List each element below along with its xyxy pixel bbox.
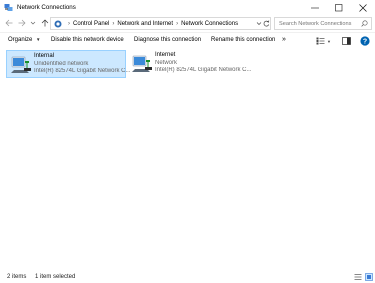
caret-down-icon: ▼ [36,37,41,42]
forward-button[interactable] [17,18,27,28]
window-title: Network Connections [17,4,76,11]
item-count: 2 items [7,274,27,280]
recent-locations-button[interactable] [28,18,38,28]
maximize-icon [335,3,343,11]
network-connections-icon [4,3,13,12]
connection-item-internal[interactable]: Internal Unidentified network Intel(R) 8… [6,50,131,78]
connection-status: Network [155,59,178,66]
diagnose-connection-button[interactable]: Diagnose this connection [134,37,201,43]
breadcrumb-network-connections[interactable]: Network Connections [181,21,238,27]
connection-name: Internal [34,53,55,59]
chevron-down-icon [30,21,36,25]
breadcrumb-separator: › [68,20,70,27]
arrow-right-icon [18,19,26,27]
caret-down-icon: ▼ [327,38,331,44]
svg-text:?: ? [363,38,367,45]
address-bar[interactable]: › Control Panel › Network and Internet ›… [50,17,271,30]
minimize-icon [311,7,319,8]
help-icon: ? [360,36,370,46]
network-adapter-icon [132,55,152,72]
arrow-left-icon [5,19,13,27]
preview-pane-icon [342,37,351,45]
connection-status: Unidentified network [34,60,89,67]
network-adapter-icon [11,56,31,73]
control-panel-icon [54,20,62,28]
maximize-button[interactable] [327,0,351,15]
address-row: › Control Panel › Network and Internet ›… [0,15,375,32]
connection-adapter: Intel(R) 82574L Gigabit Network C... [34,68,131,74]
refresh-button[interactable] [262,19,270,30]
breadcrumb-network-and-internet[interactable]: Network and Internet [117,21,173,27]
back-button[interactable] [4,18,14,28]
title-bar: Network Connections [0,0,375,15]
breadcrumb-separator: › [112,20,115,27]
up-button[interactable] [40,18,50,28]
search-box[interactable] [274,17,372,30]
connections-view: Internal Unidentified network Intel(R) 8… [0,48,375,268]
details-view-icon [354,274,362,280]
organize-label: Organize [8,37,33,43]
search-input[interactable] [279,20,359,27]
close-icon [359,3,367,12]
search-icon [361,20,368,27]
more-commands-button[interactable]: » [282,36,286,43]
details-view-button[interactable] [354,273,362,281]
help-button[interactable]: ? [360,35,370,47]
connection-adapter: Intel(R) 82574L Gigabit Network C... [155,67,252,73]
command-bar: Organize ▼ Disable this network device D… [0,32,375,48]
disable-device-button[interactable]: Disable this network device [51,37,124,43]
selection-count: 1 item selected [35,274,76,280]
refresh-icon [263,20,269,27]
large-icons-view-button[interactable] [365,273,373,281]
preview-pane-button[interactable] [342,35,351,47]
close-button[interactable] [351,0,375,15]
connection-name: Internet [155,52,176,58]
large-icons-view-icon [365,273,373,281]
breadcrumb-separator: › [176,20,179,27]
minimize-button[interactable] [303,0,327,15]
rename-connection-button[interactable]: Rename this connection [211,37,275,43]
breadcrumb-control-panel[interactable]: Control Panel [73,21,109,27]
connection-item-internet[interactable]: Internet Network Intel(R) 82574L Gigabit… [128,50,252,78]
change-view-button[interactable]: ▼ [316,35,331,47]
details-view-icon [316,37,325,45]
organize-menu[interactable]: Organize ▼ [8,37,41,43]
arrow-up-icon [41,19,49,27]
status-bar: 2 items 1 item selected [0,271,375,283]
